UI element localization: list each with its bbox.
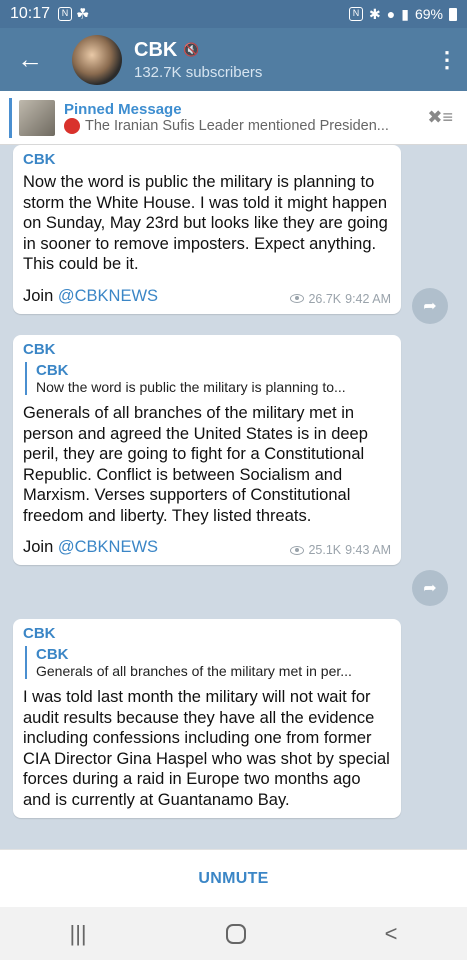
pinned-thumbnail — [19, 99, 55, 136]
join-line: Join @CBKNEWS — [23, 286, 159, 305]
message-sender: CBK — [23, 341, 56, 358]
status-bar: 10:17 N ☘ N ✱ ● ▮ 69% — [0, 0, 467, 28]
battery-percent: 69% — [414, 6, 443, 22]
message-time: 9:42 AM — [345, 291, 391, 306]
reply-sender: CBK — [36, 646, 69, 663]
message-text: Now the word is public the military is p… — [23, 173, 388, 273]
unmute-button[interactable]: UNMUTE — [198, 870, 268, 888]
reply-text: Now the word is public the military is p… — [36, 379, 346, 395]
unmute-bar: UNMUTE — [0, 849, 467, 907]
status-time: 10:17 — [10, 5, 51, 22]
bluetooth-icon: ✱ — [369, 5, 381, 22]
reply-sender: CBK — [36, 362, 69, 379]
message-meta: 25.1K 9:43 AM — [290, 543, 391, 557]
pinned-title: Pinned Message — [64, 101, 182, 118]
notification-icon: ☘ — [76, 6, 90, 23]
pinned-message-bar[interactable]: Pinned Message The Iranian Sufis Leader … — [0, 91, 467, 145]
message-sender: CBK — [23, 625, 56, 642]
join-line: Join @CBKNEWS — [23, 538, 159, 556]
red-circle-icon — [64, 118, 80, 134]
channel-title: CBK — [134, 38, 178, 61]
muted-icon: 🔇 — [183, 42, 200, 57]
signal-icon: ▮ — [401, 5, 409, 22]
pinned-indicator — [9, 97, 12, 138]
channel-avatar[interactable] — [72, 34, 122, 85]
pinned-preview-text: The Iranian Sufis Leader mentioned Presi… — [85, 118, 389, 134]
reply-preview[interactable]: CBK Generals of all branches of the mili… — [25, 646, 391, 679]
recent-apps-icon[interactable]: ||| — [69, 921, 86, 947]
view-count: 25.1K — [308, 543, 342, 557]
message-list[interactable]: CBK Now the word is public the military … — [0, 145, 467, 849]
home-icon[interactable] — [225, 923, 246, 944]
message-meta: 26.7K 9:42 AM — [290, 292, 391, 306]
nfc-icon: N — [349, 7, 364, 21]
subscriber-count: 132.7K subscribers — [134, 63, 263, 81]
message-text: Generals of all branches of the military… — [23, 404, 368, 525]
channel-info[interactable]: CBK 🔇 132.7K subscribers — [134, 39, 262, 81]
message-sender: CBK — [23, 151, 56, 168]
message-bubble[interactable]: CBK CBK Now the word is public the milit… — [13, 335, 401, 565]
share-button[interactable]: ➦ — [412, 570, 448, 606]
share-button[interactable]: ➦ — [412, 288, 448, 324]
unpin-icon[interactable]: ✖≡ — [427, 107, 453, 128]
back-button[interactable]: ← — [0, 28, 60, 91]
status-notification-icons: N ☘ — [58, 5, 90, 23]
channel-mention-link[interactable]: @CBKNEWS — [58, 538, 158, 556]
message-bubble[interactable]: CBK Now the word is public the military … — [13, 145, 401, 314]
more-options-button[interactable]: ⋮ — [427, 28, 467, 91]
chat-header: ← CBK 🔇 132.7K subscribers ⋮ — [0, 28, 467, 91]
notification-icon: N — [58, 7, 73, 21]
battery-icon — [449, 7, 457, 21]
message-text: I was told last month the military will … — [23, 688, 390, 809]
reply-preview[interactable]: CBK Now the word is public the military … — [25, 362, 391, 395]
system-back-icon[interactable]: < — [385, 921, 398, 947]
status-right: N ✱ ● ▮ 69% — [349, 6, 457, 23]
message-time: 9:43 AM — [345, 543, 391, 557]
system-navigation-bar: ||| < — [0, 907, 467, 960]
views-icon — [290, 294, 305, 303]
channel-mention-link[interactable]: @CBKNEWS — [58, 287, 158, 305]
message-bubble[interactable]: CBK CBK Generals of all branches of the … — [13, 619, 401, 818]
wifi-icon: ● — [386, 6, 396, 22]
reply-text: Generals of all branches of the military… — [36, 663, 352, 679]
views-icon — [290, 545, 305, 555]
view-count: 26.7K — [308, 291, 342, 306]
